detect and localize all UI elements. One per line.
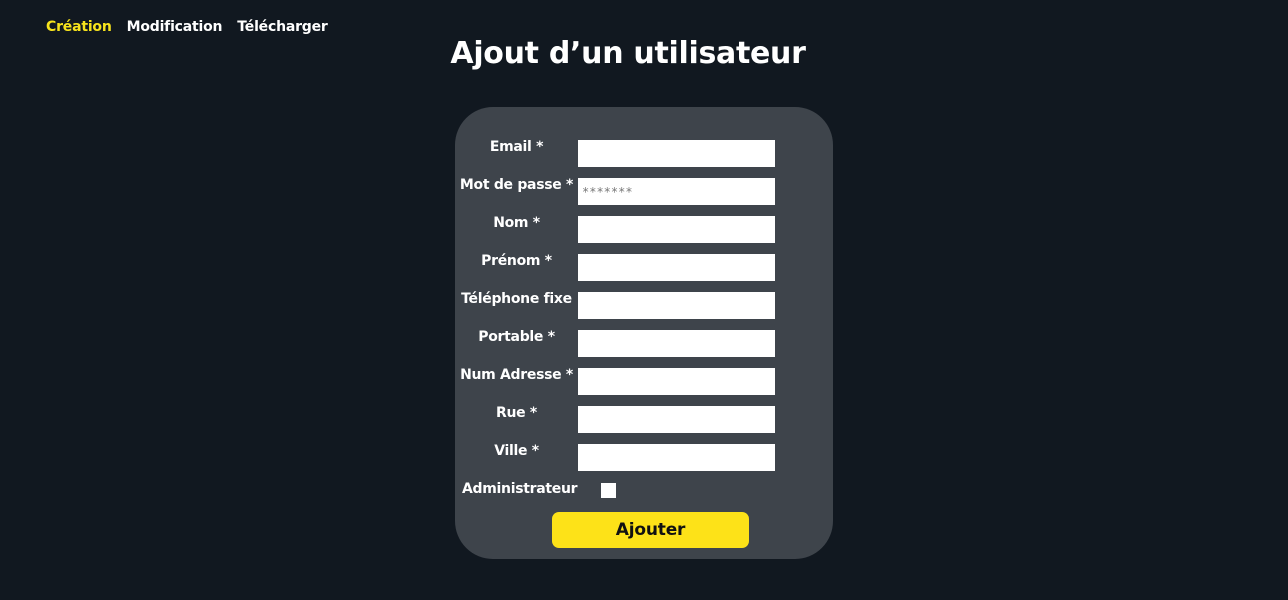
top-nav: Création Modification Télécharger bbox=[46, 19, 343, 35]
nav-link-creation[interactable]: Création bbox=[46, 19, 112, 35]
email-label: Email * bbox=[489, 139, 544, 155]
nom-label: Nom * bbox=[493, 215, 540, 231]
form-row-nom: Nom * bbox=[455, 213, 833, 243]
telephone-fixe-field[interactable] bbox=[578, 292, 775, 319]
page-title: Ajout d’un utilisateur bbox=[450, 36, 806, 71]
num-adresse-label: Num Adresse * bbox=[460, 367, 573, 383]
form-row-num-adresse: Num Adresse * bbox=[455, 365, 833, 395]
prenom-label: Prénom * bbox=[481, 253, 552, 269]
nom-field[interactable] bbox=[578, 216, 775, 243]
form-row-telephone-fixe: Téléphone fixe bbox=[455, 289, 833, 319]
form-row-prenom: Prénom * bbox=[455, 251, 833, 281]
nav-link-telecharger[interactable]: Télécharger bbox=[237, 19, 328, 35]
administrateur-label: Administrateur bbox=[462, 481, 578, 497]
num-adresse-field[interactable] bbox=[578, 368, 775, 395]
form-row-password: Mot de passe * bbox=[455, 175, 833, 205]
password-field[interactable] bbox=[578, 178, 775, 205]
ajouter-button[interactable]: Ajouter bbox=[552, 512, 749, 548]
prenom-field[interactable] bbox=[578, 254, 775, 281]
rue-field[interactable] bbox=[578, 406, 775, 433]
form-row-administrateur: Administrateur bbox=[455, 479, 833, 506]
rue-label: Rue * bbox=[496, 405, 537, 421]
portable-label: Portable * bbox=[478, 329, 555, 345]
email-field[interactable] bbox=[578, 140, 775, 167]
form-row-ville: Ville * bbox=[455, 441, 833, 471]
telephone-fixe-label: Téléphone fixe bbox=[461, 291, 572, 307]
form-row-portable: Portable * bbox=[455, 327, 833, 357]
add-user-form: Email * Mot de passe * Nom * Prénom * Té… bbox=[455, 107, 833, 559]
form-row-email: Email * bbox=[455, 137, 833, 167]
ville-field[interactable] bbox=[578, 444, 775, 471]
form-row-rue: Rue * bbox=[455, 403, 833, 433]
nav-link-modification[interactable]: Modification bbox=[127, 19, 223, 35]
ville-label: Ville * bbox=[494, 443, 539, 459]
password-label: Mot de passe * bbox=[459, 177, 574, 193]
administrateur-checkbox[interactable] bbox=[601, 483, 616, 498]
portable-field[interactable] bbox=[578, 330, 775, 357]
